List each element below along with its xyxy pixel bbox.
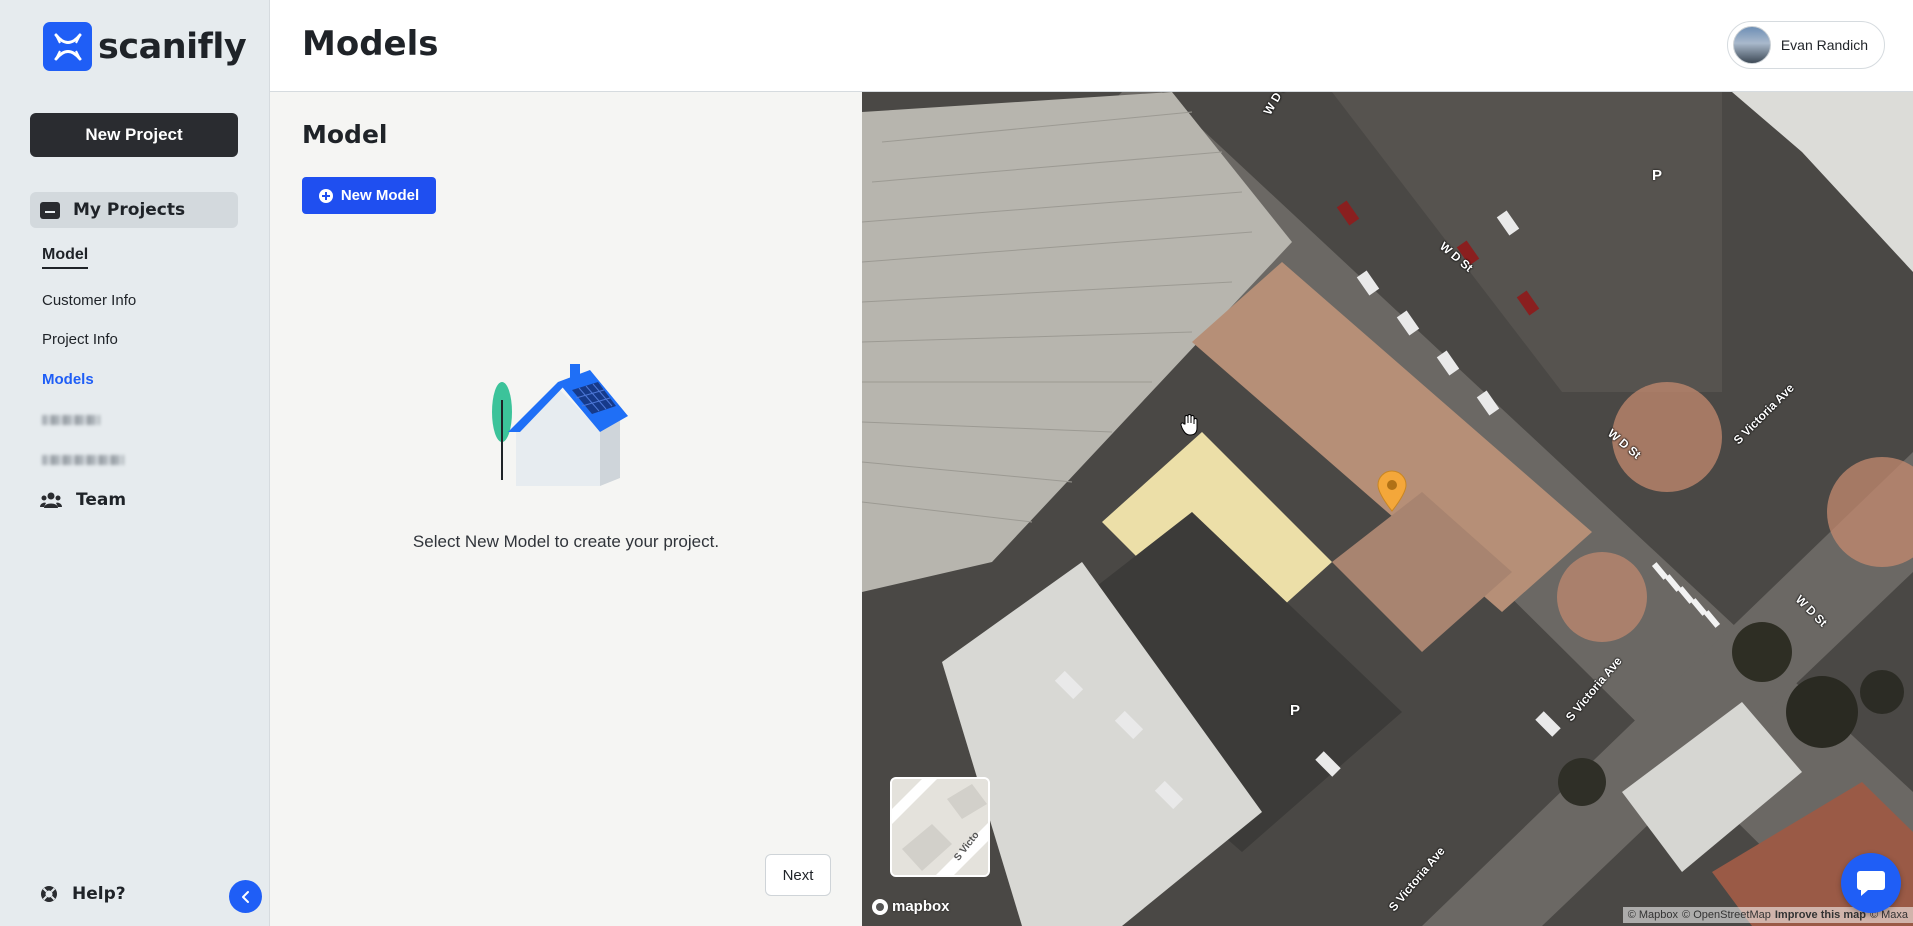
new-model-button[interactable]: New Model [302, 177, 436, 214]
chevron-left-icon [241, 890, 249, 903]
mapbox-logo[interactable]: mapbox [872, 898, 950, 915]
subnav-redacted-2[interactable] [42, 455, 124, 465]
mapbox-label: mapbox [892, 898, 950, 915]
parking-marker: P [1290, 702, 1301, 719]
lifebuoy-icon [41, 886, 57, 902]
user-menu-button[interactable]: Evan Randich [1726, 21, 1885, 69]
mapbox-logo-icon [872, 898, 888, 915]
hand-cursor-icon [1180, 414, 1198, 436]
attribution-mapbox[interactable]: © Mapbox [1628, 909, 1678, 921]
map-pin-icon[interactable] [1376, 470, 1408, 512]
plus-circle-icon [318, 188, 333, 203]
subnav-customer-info[interactable]: Customer Info [42, 292, 136, 309]
top-header: Models Evan Randich [270, 0, 1913, 92]
chat-button[interactable] [1841, 853, 1901, 913]
panel-title: Model [302, 120, 388, 149]
sidebar-item-team[interactable]: Team [40, 490, 126, 510]
house-illustration [492, 364, 628, 486]
team-label: Team [76, 490, 127, 510]
help-label: Help? [72, 884, 126, 904]
scanifly-logo-icon [43, 22, 92, 71]
minimap-toggle[interactable]: S Victo [890, 777, 990, 877]
new-model-label: New Model [340, 187, 420, 204]
subnav-project-info[interactable]: Project Info [42, 331, 118, 348]
satellite-map[interactable]: W D St W D St W D St S Victoria Ave S Vi… [862, 92, 1913, 926]
subnav-model[interactable]: Model [42, 246, 89, 269]
model-panel: Model New Model Select New Model to crea… [270, 92, 862, 926]
subnav-redacted-1[interactable] [42, 415, 100, 425]
help-link[interactable]: Help? [40, 884, 126, 904]
folder-icon [40, 201, 60, 219]
sidebar-item-my-projects[interactable]: My Projects [30, 192, 238, 228]
logo-text: scanifly [98, 26, 247, 67]
empty-state-message: Select New Model to create your project. [412, 532, 720, 551]
new-project-button[interactable]: New Project [30, 113, 238, 157]
chat-bubble-icon [1857, 871, 1885, 896]
page-title: Models [302, 24, 439, 64]
team-icon [40, 492, 62, 508]
my-projects-label: My Projects [73, 200, 186, 220]
subnav-models[interactable]: Models [42, 371, 94, 388]
next-button[interactable]: Next [765, 854, 831, 896]
avatar [1732, 26, 1771, 64]
attribution-improve[interactable]: Improve this map [1775, 909, 1866, 921]
sidebar: scanifly New Project My Projects Model C… [0, 0, 270, 926]
collapse-sidebar-button[interactable] [229, 880, 262, 913]
user-name: Evan Randich [1780, 37, 1868, 53]
attribution-osm[interactable]: © OpenStreetMap [1682, 909, 1771, 921]
parking-marker: P [1652, 167, 1663, 184]
logo[interactable]: scanifly [43, 22, 247, 71]
